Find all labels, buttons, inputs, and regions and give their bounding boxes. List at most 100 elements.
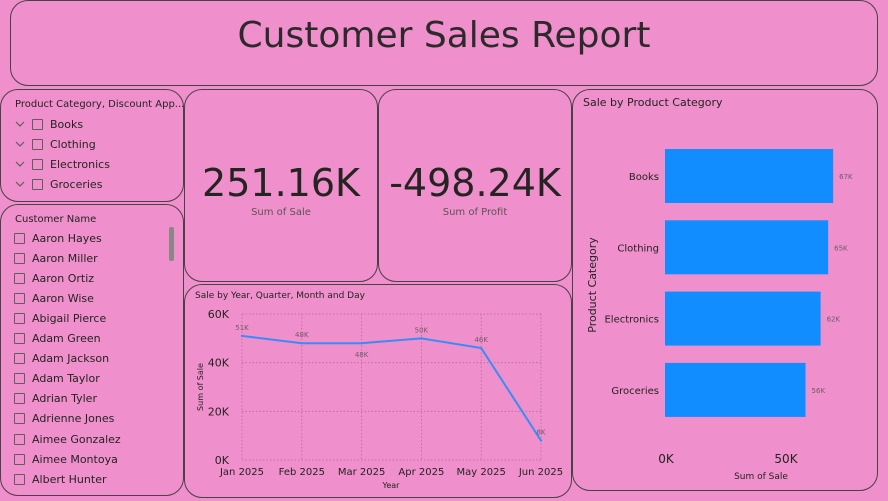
category-label: Books (629, 172, 659, 183)
customer-name-label: Adam Jackson (32, 352, 110, 366)
chevron-down-icon[interactable] (14, 178, 26, 190)
category-label: Clothing (617, 243, 659, 254)
x-tick-label: 0K (658, 452, 675, 466)
checkbox[interactable] (14, 292, 25, 304)
customer-list-item[interactable]: Aaron Miller (14, 249, 98, 267)
data-label: 62K (827, 316, 841, 324)
checkbox[interactable] (32, 178, 43, 190)
checkbox[interactable] (32, 138, 43, 150)
data-label: 48K (295, 331, 309, 339)
category-item-label: Groceries (50, 177, 103, 191)
chevron-down-icon[interactable] (14, 138, 26, 150)
customer-name-label: Adrian Tyler (32, 392, 97, 406)
bar (665, 291, 821, 346)
checkbox[interactable] (14, 473, 25, 485)
category-item-clothing[interactable]: Clothing (14, 135, 96, 153)
x-tick-label: Jan 2025 (219, 467, 264, 478)
data-label: 51K (235, 324, 249, 332)
customer-name-label: Adam Taylor (32, 372, 100, 386)
kpi-card-sale: 251.16K Sum of Sale (184, 89, 378, 282)
slicer-header: Customer Name (15, 214, 97, 225)
customer-name-slicer: Customer Name Aaron Hayes Aaron Miller Aar… (0, 204, 184, 496)
data-point (420, 337, 423, 340)
data-label: 8K (536, 429, 545, 437)
checkbox[interactable] (14, 393, 25, 405)
x-axis-title: Sum of Sale (734, 472, 788, 482)
customer-list-item[interactable]: Adrienne Jones (14, 410, 114, 428)
x-tick-label: Apr 2025 (398, 467, 444, 478)
customer-name-label: Aimee Montoya (32, 452, 118, 466)
bar (665, 149, 834, 203)
customer-name-label: Adam Green (32, 332, 101, 345)
checkbox[interactable] (14, 353, 25, 365)
customer-name-label: Albert Hunter (32, 472, 107, 486)
chevron-down-icon[interactable] (14, 118, 26, 130)
category-item-label: Books (50, 117, 84, 131)
title-card: Customer Sales Report (10, 0, 878, 86)
x-tick-label: 50K (774, 452, 798, 466)
customer-name-label: Abigail Pierce (32, 311, 107, 325)
customer-name-label: Aaron Miller (32, 251, 98, 265)
customer-list-item[interactable]: Aaron Wise (14, 289, 94, 307)
data-label: 65K (834, 244, 848, 252)
checkbox[interactable] (14, 232, 25, 244)
checkbox[interactable] (14, 453, 25, 465)
customer-list-item[interactable]: Adam Taylor (14, 370, 100, 388)
x-axis-title: Year (382, 481, 401, 490)
category-item-electronics[interactable]: Electronics (14, 155, 110, 173)
category-item-books[interactable]: Books (14, 115, 83, 133)
line-chart-card: Sale by Year, Quarter, Month and Day 0K 2… (184, 284, 572, 498)
checkbox[interactable] (14, 252, 25, 264)
customer-list-item[interactable]: Adrian Tyler (14, 390, 97, 408)
kpi-profit-value: -498.24K (389, 161, 561, 205)
product-category-slicer: Product Category, Discount App... Books C… (0, 89, 184, 202)
data-point (240, 334, 244, 338)
category-label: Groceries (611, 386, 659, 397)
customer-list-item[interactable]: Aaron Hayes (14, 229, 102, 247)
checkbox[interactable] (14, 312, 25, 324)
data-label: 48K (355, 351, 369, 359)
data-label: 46K (474, 336, 488, 344)
category-item-label: Clothing (50, 137, 96, 151)
line-chart[interactable]: 0K 20K 40K 60K Jan 2025 Feb 2025 Mar 2025 Apr 2… (185, 285, 573, 499)
customer-list-item[interactable]: Aimee Gonzalez (14, 430, 121, 448)
checkbox[interactable] (14, 413, 25, 425)
category-item-groceries[interactable]: Groceries (14, 175, 102, 193)
chevron-down-icon[interactable] (14, 158, 26, 170)
bar-chart[interactable]: Books 67K Clothing 65K Electronics 62K Groceri… (573, 90, 879, 492)
customer-list-item[interactable]: Aaron Ortiz (14, 269, 94, 287)
checkbox[interactable] (32, 118, 43, 130)
y-tick-label: 40K (208, 357, 230, 370)
slicer-header: Product Category, Discount App... (15, 99, 185, 110)
customer-list-item[interactable]: Albert Hunter (14, 470, 106, 488)
scrollbar-thumb[interactable] (169, 227, 174, 261)
checkbox[interactable] (32, 158, 43, 170)
kpi-card-profit: -498.24K Sum of Profit (378, 89, 572, 282)
data-label: 56K (812, 387, 826, 395)
bar-chart-card: Sale by Product Category Books 67K Clothin… (572, 89, 878, 491)
customer-list-item[interactable]: Adam Jackson (14, 350, 109, 368)
data-label: 67K (839, 173, 853, 181)
series-line (241, 334, 542, 442)
checkbox[interactable] (14, 333, 25, 344)
checkbox[interactable] (14, 272, 25, 284)
checkbox[interactable] (14, 433, 25, 445)
bar (665, 220, 829, 275)
checkbox[interactable] (14, 373, 25, 385)
y-axis-title: Sum of Sale (196, 363, 205, 411)
y-tick-label: 60K (208, 308, 230, 321)
customer-list-item[interactable]: Abigail Pierce (14, 309, 106, 327)
x-tick-label: Feb 2025 (279, 467, 325, 478)
category-item-label: Electronics (50, 157, 110, 171)
y-axis-title: Product Category (586, 237, 599, 333)
page-title: Customer Sales Report (237, 15, 651, 56)
x-tick-label: Jun 2025 (518, 467, 563, 478)
customer-list-item[interactable]: Aimee Montoya (14, 450, 118, 468)
data-label: 50K (415, 326, 429, 334)
data-point (539, 439, 543, 442)
customer-name-label: Adrienne Jones (32, 412, 115, 426)
data-point (480, 346, 483, 350)
customer-list-item[interactable]: Adam Green (14, 330, 101, 348)
kpi-sale-value: 251.16K (202, 161, 360, 205)
x-tick-label: Mar 2025 (338, 467, 386, 478)
